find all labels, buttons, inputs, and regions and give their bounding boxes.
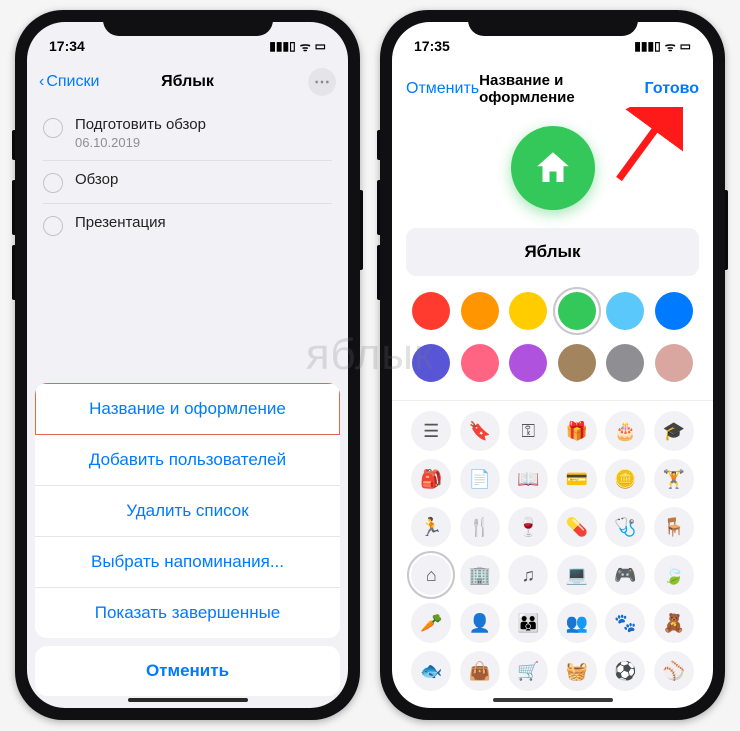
cart-icon[interactable]: 🛒 bbox=[508, 651, 548, 691]
color-blue[interactable] bbox=[655, 292, 693, 330]
sheet-show-completed[interactable]: Показать завершенные bbox=[35, 588, 340, 638]
chair-icon[interactable]: 🪑 bbox=[654, 507, 694, 547]
phone-right: 17:35 ▮▮▮▯ ᯤ ▭ Отменить Название и оформ… bbox=[380, 10, 725, 720]
page-title: Яблык bbox=[161, 73, 214, 91]
wifi-icon: ᯤ bbox=[300, 38, 311, 55]
document-icon[interactable]: 📄 bbox=[460, 459, 500, 499]
bag-icon[interactable]: 👜 bbox=[460, 651, 500, 691]
family-icon[interactable]: 👪 bbox=[508, 603, 548, 643]
laptop-icon[interactable]: 💻 bbox=[557, 555, 597, 595]
color-indigo[interactable] bbox=[412, 344, 450, 382]
home-icon bbox=[532, 147, 574, 189]
nav-bar: ‹ Списки Яблык ⋯ bbox=[27, 62, 348, 106]
color-green[interactable] bbox=[558, 292, 596, 330]
color-gray[interactable] bbox=[606, 344, 644, 382]
back-label: Списки bbox=[46, 73, 99, 91]
sheet-delete-list[interactable]: Удалить список bbox=[35, 486, 340, 537]
color-lightblue[interactable] bbox=[606, 292, 644, 330]
action-sheet: Название и оформление Добавить пользоват… bbox=[27, 375, 348, 708]
selected-icon-preview bbox=[511, 126, 595, 210]
reminder-title: Подготовить обзор bbox=[75, 116, 206, 133]
group-icon[interactable]: 👥 bbox=[557, 603, 597, 643]
home-indicator[interactable] bbox=[128, 698, 248, 702]
sheet-cancel[interactable]: Отменить bbox=[35, 646, 340, 696]
status-time: 17:35 bbox=[414, 38, 450, 54]
coins-icon[interactable]: 🪙 bbox=[605, 459, 645, 499]
battery-icon: ▭ bbox=[315, 39, 326, 53]
sheet-select-reminders[interactable]: Выбрать напоминания... bbox=[35, 537, 340, 588]
graduation-icon[interactable]: 🎓 bbox=[654, 411, 694, 451]
bookmark-icon[interactable]: 🔖 bbox=[460, 411, 500, 451]
wifi-icon: ᯤ bbox=[665, 38, 676, 55]
soccer-icon[interactable]: ⚽ bbox=[605, 651, 645, 691]
stethoscope-icon[interactable]: 🩺 bbox=[605, 507, 645, 547]
carrot-icon[interactable]: 🥕 bbox=[411, 603, 451, 643]
checkbox-icon[interactable] bbox=[43, 173, 63, 193]
cake-icon[interactable]: 🎂 bbox=[605, 411, 645, 451]
wine-icon[interactable]: 🍷 bbox=[508, 507, 548, 547]
home-indicator[interactable] bbox=[493, 698, 613, 702]
checkbox-icon[interactable] bbox=[43, 216, 63, 236]
reminder-row[interactable]: Подготовить обзор 06.10.2019 bbox=[43, 106, 332, 161]
color-red[interactable] bbox=[412, 292, 450, 330]
list-name-input[interactable]: Яблык bbox=[406, 228, 699, 276]
ellipsis-icon: ⋯ bbox=[314, 72, 330, 92]
battery-icon: ▭ bbox=[680, 39, 691, 53]
reminder-title: Презентация bbox=[75, 214, 166, 231]
back-button[interactable]: ‹ Списки bbox=[39, 73, 99, 91]
cancel-button[interactable]: Отменить bbox=[406, 80, 479, 98]
gift-icon[interactable]: 🎁 bbox=[557, 411, 597, 451]
chevron-left-icon: ‹ bbox=[39, 73, 44, 91]
icon-picker: ☰🔖⚿🎁🎂🎓 🎒📄📖💳🪙🏋 🏃🍴🍷💊🩺🪑 ⌂🏢♫💻🎮🍃 🥕👤👪👥🐾🧸 🐟👜🛒🧺⚽⚾ bbox=[392, 411, 713, 707]
sheet-add-users[interactable]: Добавить пользователей bbox=[35, 435, 340, 486]
color-orange[interactable] bbox=[461, 292, 499, 330]
fish-icon[interactable]: 🐟 bbox=[411, 651, 451, 691]
notch bbox=[468, 10, 638, 36]
book-icon[interactable]: 📖 bbox=[508, 459, 548, 499]
reminder-list: Подготовить обзор 06.10.2019 Обзор Презе… bbox=[27, 106, 348, 246]
pills-icon[interactable]: 💊 bbox=[557, 507, 597, 547]
running-icon[interactable]: 🏃 bbox=[411, 507, 451, 547]
home-icon[interactable]: ⌂ bbox=[411, 555, 451, 595]
done-button[interactable]: Готово bbox=[645, 80, 699, 98]
color-rose[interactable] bbox=[655, 344, 693, 382]
status-time: 17:34 bbox=[49, 38, 85, 54]
dumbbell-icon[interactable]: 🏋 bbox=[654, 459, 694, 499]
teddy-icon[interactable]: 🧸 bbox=[654, 603, 694, 643]
gamepad-icon[interactable]: 🎮 bbox=[605, 555, 645, 595]
more-button[interactable]: ⋯ bbox=[308, 68, 336, 96]
music-icon[interactable]: ♫ bbox=[508, 555, 548, 595]
notch bbox=[103, 10, 273, 36]
leaf-icon[interactable]: 🍃 bbox=[654, 555, 694, 595]
color-purple[interactable] bbox=[509, 344, 547, 382]
color-yellow[interactable] bbox=[509, 292, 547, 330]
list-icon[interactable]: ☰ bbox=[411, 411, 451, 451]
basket-icon[interactable]: 🧺 bbox=[557, 651, 597, 691]
reminder-row[interactable]: Презентация bbox=[43, 204, 332, 246]
color-picker bbox=[392, 292, 713, 396]
person-icon[interactable]: 👤 bbox=[460, 603, 500, 643]
baseball-icon[interactable]: ⚾ bbox=[654, 651, 694, 691]
checkbox-icon[interactable] bbox=[43, 118, 63, 138]
reminder-date: 06.10.2019 bbox=[75, 135, 206, 150]
card-icon[interactable]: 💳 bbox=[557, 459, 597, 499]
reminder-title: Обзор bbox=[75, 171, 118, 188]
fork-icon[interactable]: 🍴 bbox=[460, 507, 500, 547]
color-pink[interactable] bbox=[461, 344, 499, 382]
signal-icon: ▮▮▮▯ bbox=[269, 39, 295, 53]
key-icon[interactable]: ⚿ bbox=[508, 411, 548, 451]
phone-left: 17:34 ▮▮▮▯ ᯤ ▭ ‹ Списки Яблык ⋯ Подготов… bbox=[15, 10, 360, 720]
building-icon[interactable]: 🏢 bbox=[460, 555, 500, 595]
modal-header: Отменить Название и оформление Готово bbox=[392, 62, 713, 118]
sheet-name-style[interactable]: Название и оформление bbox=[35, 383, 340, 435]
divider bbox=[392, 400, 713, 401]
backpack-icon[interactable]: 🎒 bbox=[411, 459, 451, 499]
icon-preview bbox=[392, 118, 713, 228]
signal-icon: ▮▮▮▯ bbox=[634, 39, 660, 53]
reminder-row[interactable]: Обзор bbox=[43, 161, 332, 204]
modal-title: Название и оформление bbox=[479, 72, 644, 106]
color-brown[interactable] bbox=[558, 344, 596, 382]
paw-icon[interactable]: 🐾 bbox=[605, 603, 645, 643]
